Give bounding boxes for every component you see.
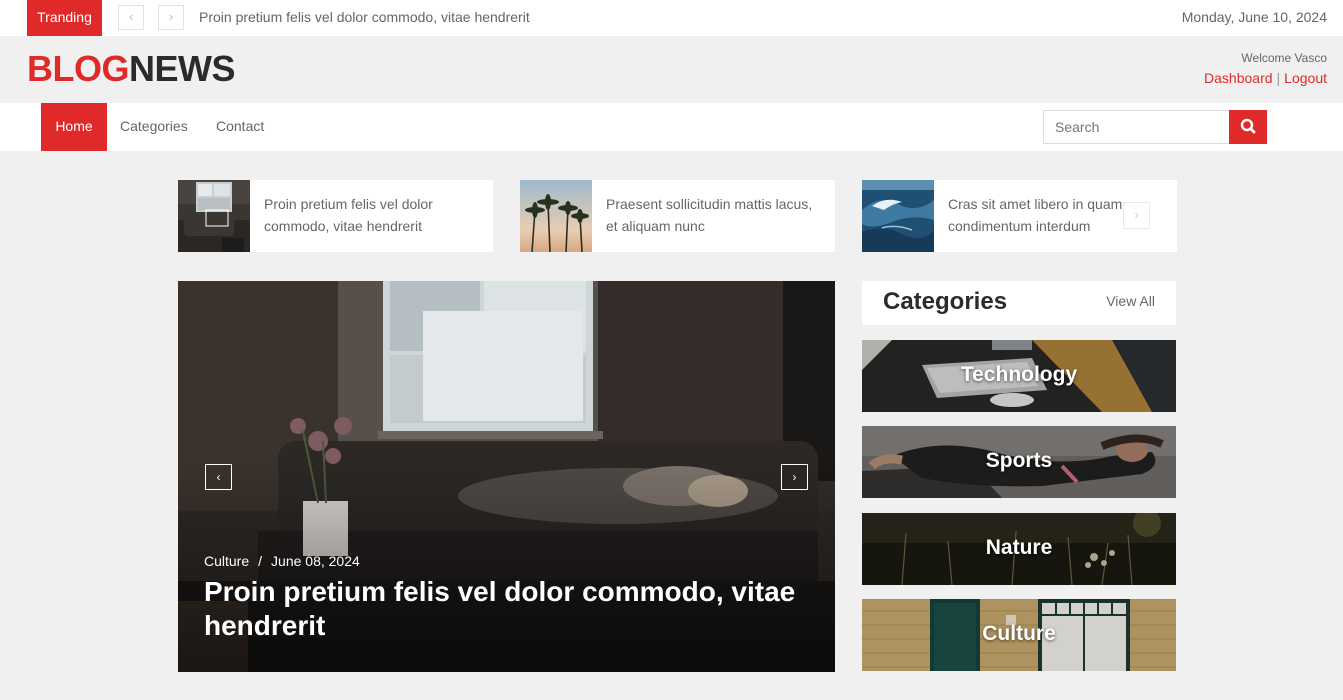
topbar: Tranding ‹ › Proin pretium felis vel dol… bbox=[0, 0, 1343, 36]
mini-news-next-button[interactable]: › bbox=[1123, 202, 1150, 229]
mini-news-card[interactable]: Praesent sollicitudin mattis lacus, et a… bbox=[520, 180, 835, 252]
hero-slide[interactable]: ‹ › Culture / June 08, 2024 Proin pretium … bbox=[178, 281, 835, 672]
trending-next-button[interactable]: › bbox=[158, 5, 184, 30]
hero-meta: Culture / June 08, 2024 bbox=[204, 553, 360, 569]
category-label: Nature bbox=[985, 536, 1053, 559]
nav-item-categories[interactable]: Categories bbox=[120, 103, 188, 151]
link-separator: | bbox=[1276, 70, 1281, 86]
mini-news-title: Praesent sollicitudin mattis lacus, et a… bbox=[606, 196, 813, 234]
category-label: Technology bbox=[960, 363, 1078, 386]
logout-link[interactable]: Logout bbox=[1284, 70, 1327, 86]
hero-prev-button[interactable]: ‹ bbox=[205, 464, 232, 490]
search-icon bbox=[1240, 118, 1256, 134]
search-button[interactable] bbox=[1229, 110, 1267, 144]
category-card-culture[interactable]: Culture bbox=[862, 599, 1176, 671]
header: BLOGNEWS Welcome Vasco Dashboard | Logout bbox=[0, 36, 1343, 103]
mini-news-title: Proin pretium felis vel dolor commodo, v… bbox=[264, 196, 433, 234]
welcome-text: Welcome Vasco bbox=[1241, 51, 1327, 65]
news-thumbnail bbox=[178, 180, 250, 252]
site-logo[interactable]: BLOGNEWS bbox=[27, 48, 236, 89]
user-links: Dashboard | Logout bbox=[1204, 70, 1327, 86]
news-thumbnail bbox=[862, 180, 934, 252]
trending-prev-button[interactable]: ‹ bbox=[118, 5, 144, 30]
logo-news: NEWS bbox=[129, 48, 236, 89]
trending-headline[interactable]: Proin pretium felis vel dolor commodo, v… bbox=[199, 0, 530, 34]
news-thumbnail bbox=[520, 180, 592, 252]
dashboard-link[interactable]: Dashboard bbox=[1204, 70, 1273, 86]
nav-item-contact[interactable]: Contact bbox=[216, 103, 264, 151]
category-label: Sports bbox=[985, 449, 1053, 472]
search-input[interactable] bbox=[1044, 111, 1229, 143]
category-card-nature[interactable]: Nature bbox=[862, 513, 1176, 585]
current-date: Monday, June 10, 2024 bbox=[1181, 9, 1327, 25]
meta-separator: / bbox=[258, 553, 263, 569]
hero-date: June 08, 2024 bbox=[271, 553, 360, 569]
categories-header: Categories View All bbox=[862, 281, 1176, 325]
trending-badge: Tranding bbox=[27, 0, 102, 36]
logo-blog: BLOG bbox=[27, 48, 130, 89]
mini-news-card[interactable]: Proin pretium felis vel dolor commodo, v… bbox=[178, 180, 493, 252]
nav-item-home[interactable]: Home bbox=[41, 103, 107, 151]
main-nav: Home Categories Contact bbox=[0, 103, 1343, 151]
category-card-sports[interactable]: Sports bbox=[862, 426, 1176, 498]
category-card-technology[interactable]: Technology bbox=[862, 340, 1176, 412]
categories-title: Categories bbox=[883, 288, 1008, 315]
category-label: Culture bbox=[982, 622, 1056, 645]
search-box bbox=[1043, 110, 1230, 144]
hero-category[interactable]: Culture bbox=[204, 553, 249, 569]
view-all-link[interactable]: View All bbox=[1106, 293, 1155, 309]
hero-next-button[interactable]: › bbox=[781, 464, 808, 490]
hero-title[interactable]: Proin pretium felis vel dolor commodo, v… bbox=[204, 575, 814, 643]
